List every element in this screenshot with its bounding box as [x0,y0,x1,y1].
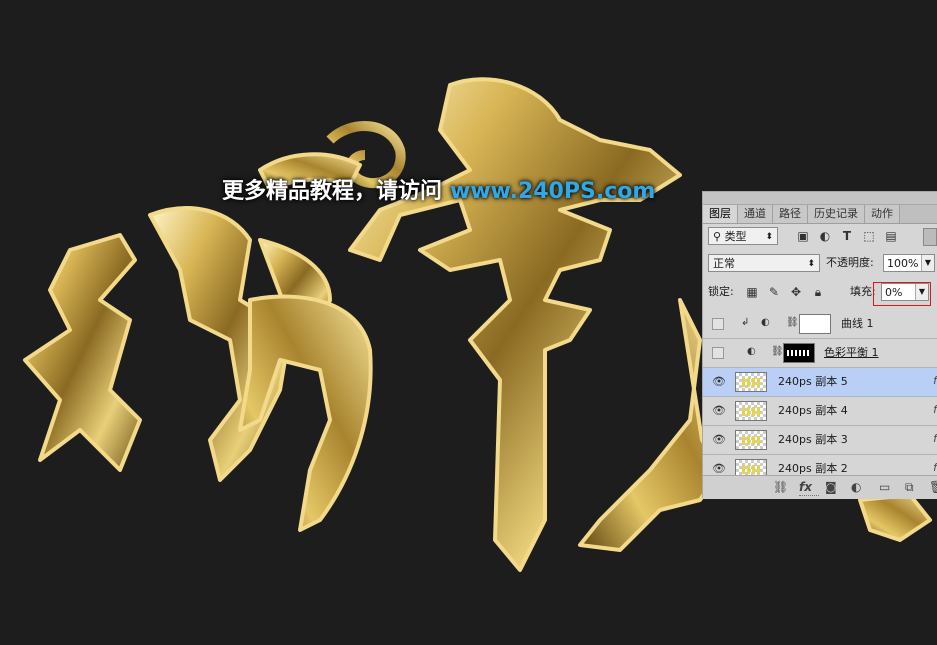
blend-mode-select[interactable]: 正常 ⬍ [708,254,820,272]
filter-kind-select[interactable]: ⚲ 类型 ⬍ [708,227,778,245]
adjustment-filter-icon[interactable]: ◐ [818,229,832,243]
folder-icon[interactable]: ▭ [879,480,890,494]
eye-icon[interactable]: 👁︎ [712,405,726,416]
opacity-value: 100% [887,257,919,270]
fx-icon[interactable]: f [933,461,937,474]
chain-link-icon: ⛓ [786,317,799,328]
visibility-toggle-off[interactable] [712,347,724,359]
link-icon[interactable]: ⛓ [773,480,788,494]
layer-thumbnail [735,372,767,392]
tab-layers[interactable]: 图层 [703,205,738,223]
eye-icon[interactable]: 👁︎ [712,376,726,387]
pixel-filter-icon[interactable]: ▣ [796,229,810,243]
filter-toggle-icon[interactable] [923,228,937,246]
lock-position-move-icon[interactable]: ✥ [789,285,803,299]
lock-all-icon[interactable]: 🔒︎ [811,285,825,299]
tab-history[interactable]: 历史记录 [808,205,865,223]
layer-name: 色彩平衡 1 [824,346,879,359]
layer-mask-thumbnail [783,343,815,363]
watermark: 更多精品教程，请访问 www.240PS.com [222,173,655,205]
layer-row-240ps-copy-3[interactable]: 👁︎ 240ps 副本 3 f [703,426,937,455]
search-icon: ⚲ [713,230,725,243]
smart-object-filter-icon[interactable]: ▤ [884,229,898,243]
layer-name: 240ps 副本 5 [778,375,848,388]
lock-transparent-icon[interactable]: ▦ [745,285,759,299]
layer-row-curves[interactable]: ↲ ◐ ⛓ 曲线 1 [703,310,937,339]
fx-icon[interactable]: f [933,403,937,416]
chevron-down-icon[interactable]: ▼ [921,255,934,271]
chevron-updown-icon: ⬍ [807,259,815,269]
lock-pixels-brush-icon[interactable]: ✎ [767,285,781,299]
layer-mask-thumbnail [799,314,831,334]
blend-mode-value: 正常 [713,257,735,270]
layer-row-240ps-copy-5[interactable]: 👁︎ 240ps 副本 5 f [703,368,937,397]
new-layer-icon[interactable]: ⧉ [905,480,914,494]
layer-name: 240ps 副本 2 [778,462,848,475]
layer-name: 曲线 1 [841,317,874,330]
layer-thumbnail [735,430,767,450]
adjustment-layer-icon: ◐ [761,317,770,328]
opacity-field[interactable]: 100% ▼ [883,254,935,272]
watermark-chinese-text: 更多精品教程，请访问 [222,179,443,204]
eye-icon[interactable]: 👁︎ [712,434,726,445]
fx-icon[interactable]: f [933,374,937,387]
layer-name: 240ps 副本 4 [778,404,848,417]
tab-channels[interactable]: 通道 [738,205,773,223]
panel-bottom-toolbar: ⛓ fx ◙ ◐ ▭ ⧉ 🗑︎ [703,475,937,499]
tab-paths[interactable]: 路径 [773,205,808,223]
trash-icon[interactable]: 🗑︎ [929,480,937,494]
chevron-updown-icon: ⬍ [765,232,773,242]
type-filter-icon[interactable]: T [840,229,854,243]
clip-arrow-icon: ↲ [741,317,750,328]
layer-row-color-balance[interactable]: ◐ ⛓ 色彩平衡 1 [703,339,937,368]
layer-row-240ps-copy-4[interactable]: 👁︎ 240ps 副本 4 f [703,397,937,426]
panel-tabs: 图层 通道 路径 历史记录 动作 [703,205,937,224]
panel-title-bar[interactable] [703,192,937,205]
opacity-label: 不透明度: [826,256,874,269]
shape-filter-icon[interactable]: ⬚ [862,229,876,243]
fill-label: 填充: [850,285,876,298]
resize-grip[interactable] [799,495,819,498]
layer-name: 240ps 副本 3 [778,433,848,446]
filter-kind-value: 类型 [724,230,747,243]
visibility-toggle-off[interactable] [712,318,724,330]
chain-link-icon: ⛓ [771,346,784,357]
fill-highlight-box [873,282,931,306]
mask-icon[interactable]: ◙ [825,480,837,494]
eye-icon[interactable]: 👁︎ [712,463,726,474]
tab-actions[interactable]: 动作 [865,205,900,223]
adjustment-icon[interactable]: ◐ [851,480,861,494]
layer-thumbnail [735,401,767,421]
adjustment-layer-icon: ◐ [747,346,756,357]
layer-row-240ps-copy-2[interactable]: 👁︎ 240ps 副本 2 f [703,455,937,476]
layer-thumbnail [735,459,767,475]
fx-icon[interactable]: fx [799,480,812,494]
watermark-url: www.240PS.com [450,179,656,204]
fx-icon[interactable]: f [933,432,937,445]
layers-panel: 图层 通道 路径 历史记录 动作 ⚲ 类型 ⬍ ▣ ◐ T ⬚ ▤ 正常 ⬍ 不透明… [702,191,937,499]
lock-label: 锁定: [708,285,734,298]
